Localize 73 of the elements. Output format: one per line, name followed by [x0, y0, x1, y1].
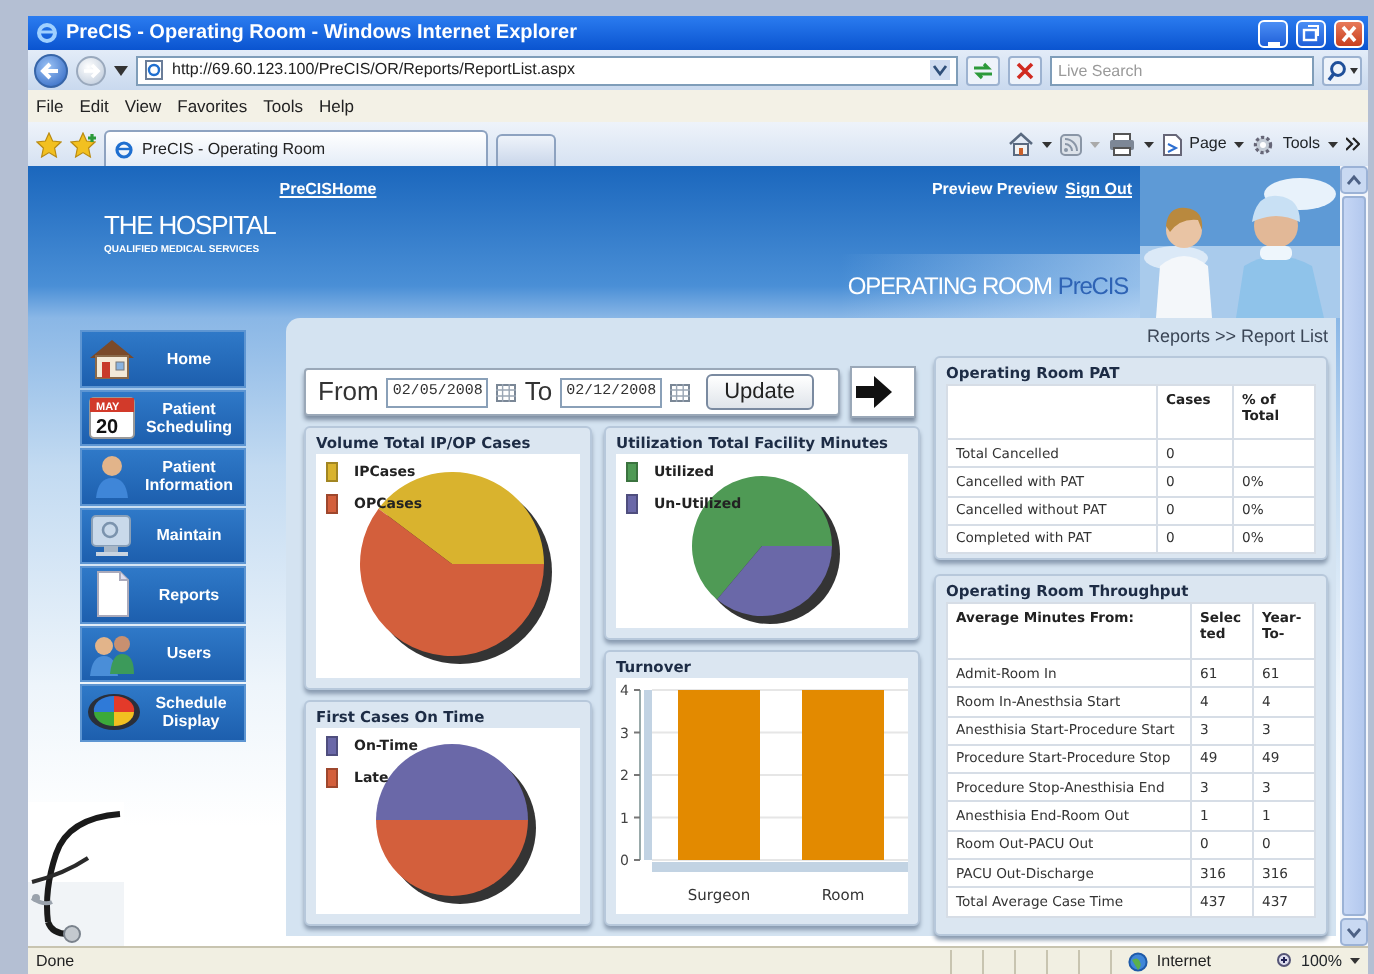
scrollbar-thumb[interactable] — [1342, 196, 1366, 916]
globe-icon — [1128, 951, 1149, 971]
zoom-button[interactable]: 100% — [1275, 949, 1360, 973]
caret-icon[interactable] — [1143, 141, 1154, 147]
dropdown-icon[interactable] — [930, 60, 950, 80]
add-favorite-icon[interactable] — [70, 131, 96, 157]
zoom-icon — [1275, 952, 1294, 970]
favorites-star-icon[interactable] — [36, 131, 62, 157]
browser-icon — [114, 139, 134, 159]
search-icon — [1324, 57, 1360, 83]
search-field[interactable]: Live Search — [1050, 55, 1314, 85]
feed-icon[interactable] — [1059, 133, 1082, 155]
toolbar-menu-button[interactable]: Page — [1161, 132, 1245, 156]
caret-icon — [1234, 141, 1245, 147]
url-text: http://69.60.123.100/PreCIS/OR/Reports/ReportList.aspx — [172, 58, 577, 82]
refresh-icon — [968, 57, 998, 83]
to-label: To — [524, 374, 553, 411]
zone-text: Internet — [1156, 949, 1212, 973]
sidebar-item[interactable]: Users — [80, 625, 246, 682]
close-button[interactable] — [1334, 19, 1364, 47]
caret-icon[interactable] — [114, 65, 128, 75]
back-button[interactable] — [34, 53, 68, 87]
breadcrumb-text: Reports >> Report List — [1144, 324, 1328, 350]
restore-icon — [1298, 21, 1324, 45]
scroll-up-button[interactable] — [1340, 166, 1368, 194]
house-icon — [86, 334, 138, 383]
menu-item[interactable]: Favorites — [177, 93, 248, 119]
toolbar-menu-button[interactable]: Tools — [1252, 132, 1338, 156]
refresh-button[interactable] — [966, 55, 1000, 85]
page-icon — [1161, 133, 1182, 155]
minimize-button[interactable] — [1258, 19, 1288, 47]
scroll-down-button[interactable] — [1340, 918, 1368, 946]
user-name: Preview Preview — [931, 178, 1058, 202]
home-link[interactable]: PreCISHome — [279, 178, 377, 198]
sidebar-item[interactable]: Schedule Display — [80, 684, 246, 741]
update-button[interactable]: Update — [706, 374, 814, 410]
minimize-icon — [1267, 41, 1279, 45]
gear-icon — [1252, 133, 1275, 155]
calendar-icon[interactable] — [670, 383, 691, 401]
sidebar-item[interactable]: Maintain — [80, 507, 246, 564]
home-icon[interactable] — [1007, 132, 1034, 156]
page-icon — [144, 60, 164, 80]
browser-icon — [36, 22, 58, 44]
search-button[interactable] — [1322, 55, 1362, 85]
go-button[interactable] — [850, 366, 916, 418]
sign-out-link[interactable]: Sign Out — [1065, 178, 1132, 202]
menu-item[interactable]: Help — [318, 93, 354, 119]
caret-icon — [1350, 958, 1360, 964]
menu-item[interactable]: View — [124, 93, 162, 119]
caret-icon[interactable] — [1041, 141, 1052, 147]
sidebar-item[interactable]: Home — [80, 330, 246, 387]
status-text: Done — [36, 949, 75, 973]
tab-label: PreCIS - Operating Room — [142, 137, 326, 161]
banner-title: OPERATING ROOM — [847, 270, 1052, 304]
close-icon — [1336, 21, 1362, 45]
calendar-icon[interactable] — [496, 383, 517, 401]
sidebar-item[interactable]: Reports — [80, 566, 246, 623]
arrow-right-icon — [852, 374, 896, 410]
chevron-icon[interactable] — [1346, 136, 1360, 152]
sidebar-item[interactable]: Patient Information — [80, 448, 246, 505]
address-field[interactable]: http://69.60.123.100/PreCIS/OR/Reports/ReportList.aspx — [136, 55, 958, 85]
printer-icon[interactable] — [1107, 132, 1136, 156]
menu-item[interactable]: Tools — [263, 93, 303, 119]
from-label: From — [318, 374, 379, 411]
stop-button[interactable] — [1008, 55, 1042, 85]
browser-tab[interactable]: PreCIS - Operating Room — [104, 130, 488, 166]
logo-title: THE HOSPITAL — [104, 210, 276, 242]
brand-text: PreCIS — [1057, 270, 1128, 304]
restore-button[interactable] — [1296, 19, 1326, 47]
window-title: PreCIS - Operating Room - Windows Internet Explorer — [66, 20, 577, 48]
menu-item[interactable]: File — [36, 93, 64, 119]
caret-icon — [1328, 141, 1338, 147]
menu-item[interactable]: Edit — [79, 93, 109, 119]
